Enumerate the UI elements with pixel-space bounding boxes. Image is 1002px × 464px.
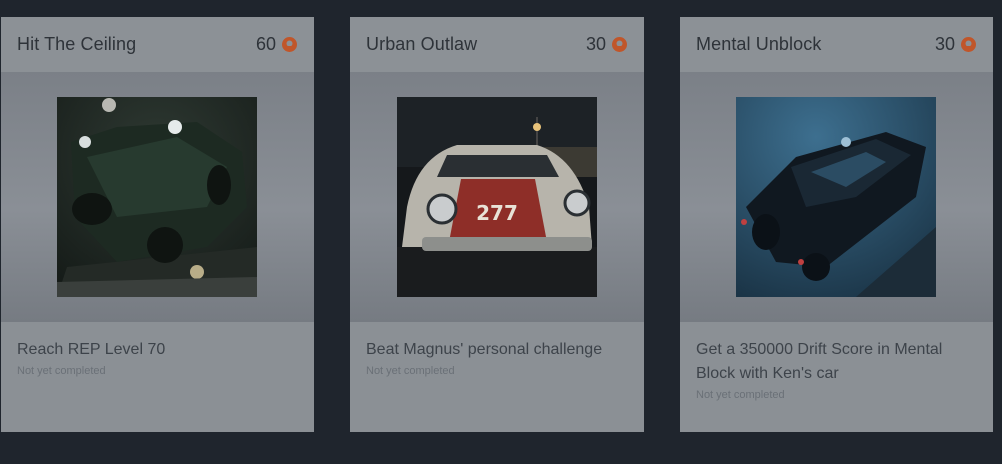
achievement-art-panel [680, 72, 993, 322]
points-value: 60 [255, 34, 276, 54]
points-value: 30 [934, 34, 955, 54]
gamerscore-icon [960, 36, 977, 53]
achievement-card-urban-outlaw[interactable]: Urban Outlaw 30 277 Beat Magnus' persona… [350, 17, 644, 432]
achievement-body: Reach REP Level 70 Not yet completed [1, 322, 314, 432]
achievement-art-panel: 277 [350, 72, 644, 322]
achievement-header: Urban Outlaw 30 [350, 17, 644, 72]
achievement-status: Not yet completed [17, 365, 106, 377]
achievement-description: Reach REP Level 70 [17, 341, 166, 358]
achievement-header: Hit The Ceiling 60 [1, 17, 314, 72]
achievement-points: 30 [586, 34, 628, 55]
achievement-title: Urban Outlaw [366, 34, 478, 54]
achievement-status: Not yet completed [696, 389, 785, 401]
achievement-art-panel [1, 72, 314, 322]
achievement-description: Beat Magnus' personal challenge [366, 341, 603, 358]
achievement-points: 60 [256, 34, 298, 55]
achievement-title: Mental Unblock [696, 34, 822, 54]
achievement-card-hit-the-ceiling[interactable]: Hit The Ceiling 60 Reach REP Level 70 No… [1, 17, 314, 432]
gamerscore-icon [281, 36, 298, 53]
achievement-points: 30 [935, 34, 977, 55]
achievement-image: 277 [397, 97, 597, 297]
achievement-status: Not yet completed [366, 365, 455, 377]
achievement-title: Hit The Ceiling [17, 34, 137, 54]
achievement-header: Mental Unblock 30 [680, 17, 993, 72]
achievement-image [736, 97, 936, 297]
achievement-body: Get a 350000 Drift Score in Mental Block… [680, 322, 993, 432]
achievement-body: Beat Magnus' personal challenge Not yet … [350, 322, 644, 432]
plate-number: 277 [476, 201, 518, 225]
achievement-description: Get a 350000 Drift Score in Mental Block… [696, 341, 943, 382]
points-value: 30 [585, 34, 606, 54]
achievement-card-mental-unblock[interactable]: Mental Unblock 30 Get a 350000 Drift Sco… [680, 17, 993, 432]
gamerscore-icon [611, 36, 628, 53]
achievement-image [57, 97, 257, 297]
